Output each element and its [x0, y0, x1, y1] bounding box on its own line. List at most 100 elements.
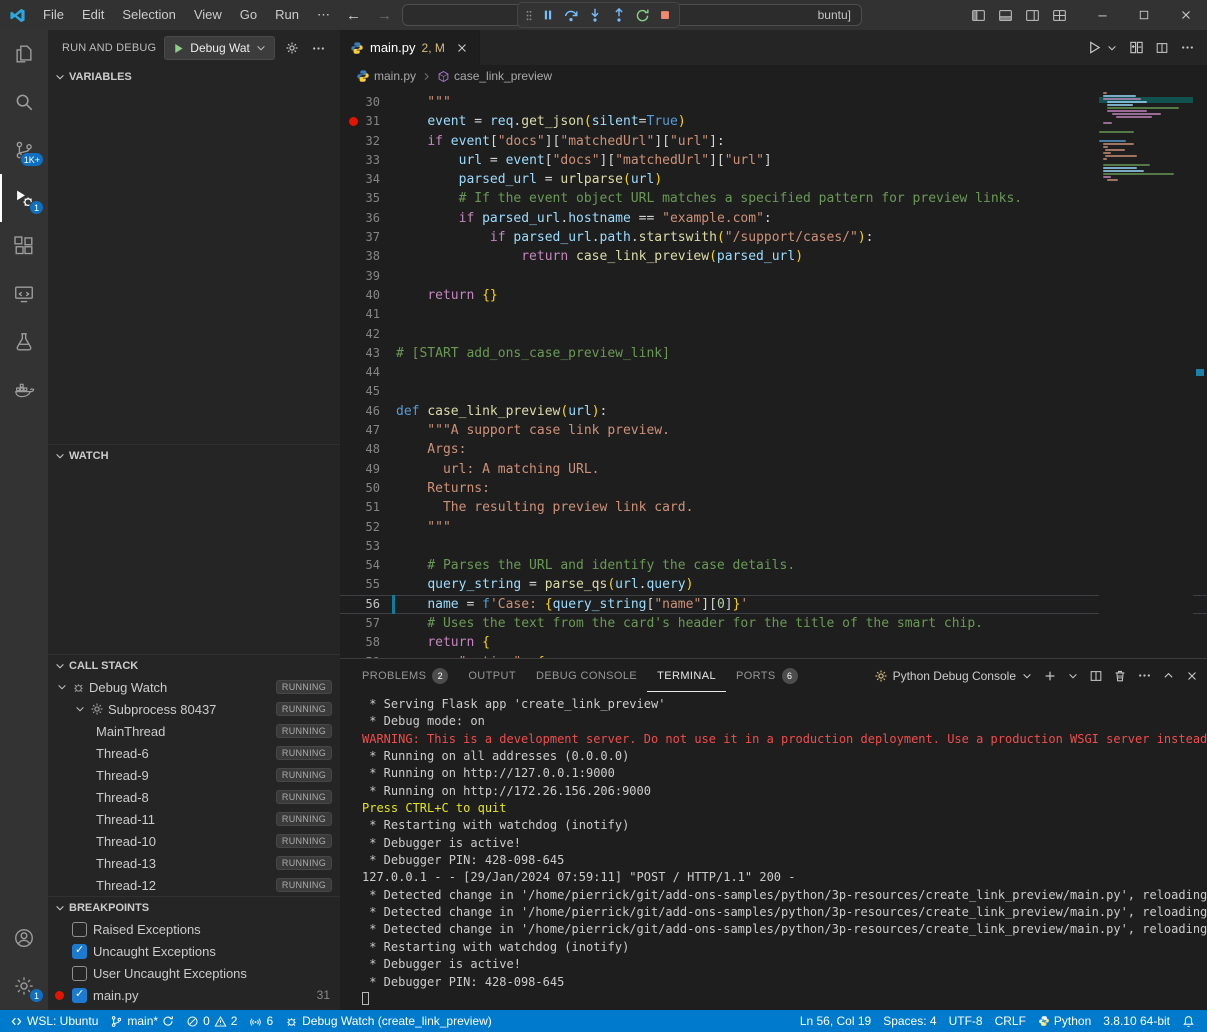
views-more-actions-icon[interactable]	[311, 41, 326, 56]
code-line-34[interactable]: 34 parsed_url = urlparse(url)	[340, 170, 1207, 189]
call-stack-section-header[interactable]: CALL STACK	[48, 654, 340, 676]
variables-section-header[interactable]: VARIABLES	[48, 66, 340, 88]
code-line-31[interactable]: 31 event = req.get_json(silent=True)	[340, 112, 1207, 131]
menu-view[interactable]: View	[185, 4, 231, 26]
gutter-44[interactable]: 44	[340, 363, 396, 382]
gutter-43[interactable]: 43	[340, 344, 396, 363]
eol-indicator[interactable]: CRLF	[989, 1010, 1032, 1032]
code-line-50[interactable]: 50 Returns:	[340, 479, 1207, 498]
code-line-43[interactable]: 43# [START add_ons_case_preview_link]	[340, 344, 1207, 363]
minimap[interactable]	[1099, 87, 1193, 658]
code-line-48[interactable]: 48 Args:	[340, 440, 1207, 459]
activity-search[interactable]	[0, 78, 48, 126]
gutter-51[interactable]: 51	[340, 498, 396, 517]
code-line-52[interactable]: 52 """	[340, 518, 1207, 537]
open-changes-icon[interactable]	[1129, 40, 1144, 55]
gutter-49[interactable]: 49	[340, 460, 396, 479]
kill-terminal-icon[interactable]	[1113, 669, 1127, 683]
debug-session-indicator[interactable]: Debug Watch (create_link_preview)	[279, 1010, 498, 1032]
panel-tab-ports[interactable]: PORTS6	[726, 659, 808, 692]
code-line-49[interactable]: 49 url: A matching URL.	[340, 460, 1207, 479]
gutter-47[interactable]: 47	[340, 421, 396, 440]
tab-main-py[interactable]: main.py 2, M	[340, 30, 480, 65]
menu-more[interactable]: ⋯	[308, 4, 339, 26]
callstack-thread-13[interactable]: Thread-13RUNNING	[48, 852, 340, 874]
step-out-button[interactable]	[611, 7, 627, 23]
code-line-55[interactable]: 55 query_string = parse_qs(url.query)	[340, 575, 1207, 594]
callstack-subprocess-80437[interactable]: Subprocess 80437RUNNING	[48, 698, 340, 720]
problems-indicator[interactable]: 0 2	[180, 1010, 243, 1032]
code-line-54[interactable]: 54 # Parses the URL and identify the cas…	[340, 556, 1207, 575]
code-line-36[interactable]: 36 if parsed_url.hostname == "example.co…	[340, 209, 1207, 228]
code-line-45[interactable]: 45	[340, 382, 1207, 401]
gutter-53[interactable]: 53	[340, 537, 396, 556]
callstack-thread-6[interactable]: Thread-6RUNNING	[48, 742, 340, 764]
panel-more-actions-icon[interactable]	[1137, 668, 1152, 683]
toggle-sidebar-icon[interactable]	[971, 8, 986, 23]
menu-run[interactable]: Run	[266, 4, 308, 26]
code-line-39[interactable]: 39	[340, 267, 1207, 286]
gutter-58[interactable]: 58	[340, 633, 396, 652]
panel-tab-debug-console[interactable]: DEBUG CONSOLE	[526, 659, 647, 692]
code-line-32[interactable]: 32 if event["docs"]["matchedUrl"]["url"]…	[340, 132, 1207, 151]
close-tab-icon[interactable]	[455, 41, 469, 55]
step-into-button[interactable]	[587, 7, 603, 23]
toggle-secondary-sidebar-icon[interactable]	[1025, 8, 1040, 23]
callstack-thread-10[interactable]: Thread-10RUNNING	[48, 830, 340, 852]
code-line-53[interactable]: 53	[340, 537, 1207, 556]
callstack-thread-9[interactable]: Thread-9RUNNING	[48, 764, 340, 786]
customize-layout-icon[interactable]	[1052, 8, 1067, 23]
code-line-47[interactable]: 47 """A support case link preview.	[340, 421, 1207, 440]
step-over-button[interactable]	[563, 7, 579, 23]
maximize-panel-icon[interactable]	[1162, 669, 1175, 682]
gutter-35[interactable]: 35	[340, 189, 396, 208]
breakpoints-section-header[interactable]: BREAKPOINTS	[48, 896, 340, 918]
code-line-46[interactable]: 46def case_link_preview(url):	[340, 402, 1207, 421]
watch-section-header[interactable]: WATCH	[48, 444, 340, 466]
gutter-50[interactable]: 50	[340, 479, 396, 498]
cursor-position[interactable]: Ln 56, Col 19	[790, 1010, 877, 1032]
forward-icon[interactable]: →	[377, 7, 392, 24]
gutter-46[interactable]: 46	[340, 402, 396, 421]
editor-scrollbar[interactable]	[1193, 87, 1207, 658]
code-line-38[interactable]: 38 return case_link_preview(parsed_url)	[340, 247, 1207, 266]
gutter-54[interactable]: 54	[340, 556, 396, 575]
run-options-chevron-icon[interactable]	[1106, 42, 1118, 54]
notifications-bell[interactable]	[1176, 1010, 1201, 1032]
code-line-51[interactable]: 51 The resulting preview link card.	[340, 498, 1207, 517]
start-debugging-icon[interactable]	[172, 42, 185, 55]
gutter-42[interactable]: 42	[340, 325, 396, 344]
activity-accounts[interactable]	[0, 914, 48, 962]
checkbox[interactable]	[72, 966, 87, 981]
activity-explorer[interactable]	[0, 30, 48, 78]
gutter-36[interactable]: 36	[340, 209, 396, 228]
menu-selection[interactable]: Selection	[113, 4, 184, 26]
gutter-34[interactable]: 34	[340, 170, 396, 189]
ports-indicator[interactable]: 6	[243, 1010, 279, 1032]
gutter-30[interactable]: 30	[340, 93, 396, 112]
menu-go[interactable]: Go	[231, 4, 266, 26]
breadcrumb-file[interactable]: main.py	[356, 69, 416, 83]
code-line-58[interactable]: 58 return {	[340, 633, 1207, 652]
activity-settings[interactable]: 1	[0, 962, 48, 1010]
terminal-launch-chevron-icon[interactable]	[1067, 670, 1079, 682]
run-python-file-icon[interactable]	[1087, 40, 1102, 55]
indentation-indicator[interactable]: Spaces: 4	[877, 1010, 942, 1032]
breakpoint-uncaught-exceptions[interactable]: Uncaught Exceptions	[48, 940, 340, 962]
code-line-40[interactable]: 40 return {}	[340, 286, 1207, 305]
maximize-button[interactable]	[1123, 0, 1165, 30]
branch-indicator[interactable]: main*	[104, 1010, 180, 1032]
split-editor-icon[interactable]	[1155, 41, 1169, 55]
interpreter-indicator[interactable]: 3.8.10 64-bit	[1097, 1010, 1176, 1032]
more-actions-icon[interactable]	[1180, 40, 1195, 55]
menu-edit[interactable]: Edit	[73, 4, 113, 26]
checkbox[interactable]	[72, 922, 87, 937]
activity-extensions[interactable]	[0, 222, 48, 270]
code-line-33[interactable]: 33 url = event["docs"]["matchedUrl"]["ur…	[340, 151, 1207, 170]
language-indicator[interactable]: Python	[1032, 1010, 1097, 1032]
minimize-button[interactable]	[1081, 0, 1123, 30]
code-line-42[interactable]: 42	[340, 325, 1207, 344]
checkbox[interactable]	[72, 988, 87, 1003]
activity-source-control[interactable]: 1K+	[0, 126, 48, 174]
gutter-40[interactable]: 40	[340, 286, 396, 305]
